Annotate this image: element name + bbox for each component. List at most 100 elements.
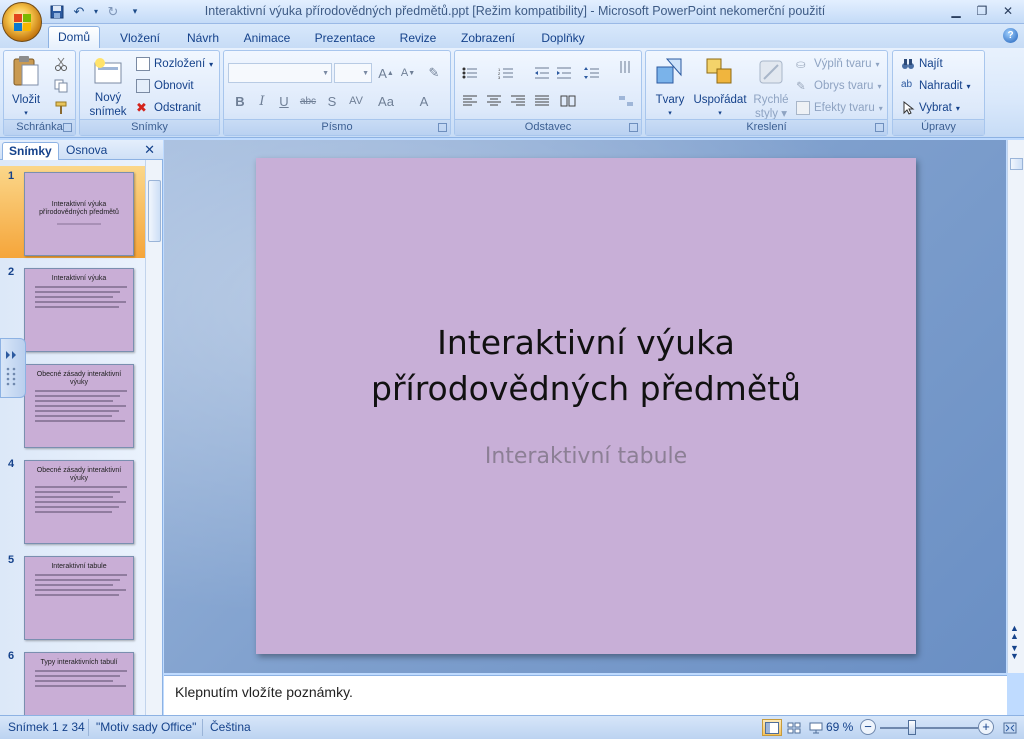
slide-thumbnail[interactable]: Interaktivní výuka přírodovědných předmě… (24, 172, 134, 256)
save-icon[interactable] (48, 3, 66, 20)
tab-home[interactable]: Domů (48, 26, 100, 49)
help-icon[interactable]: ? (1003, 28, 1018, 43)
tab-review[interactable]: Revize (392, 28, 444, 48)
editor-scrollbar[interactable]: ▲ ▲ ▼ ▼ (1007, 140, 1024, 673)
zoom-slider-track[interactable] (880, 727, 978, 729)
columns-icon[interactable] (557, 91, 579, 111)
layout-button[interactable]: Rozložení ▾ (136, 57, 213, 71)
replace-button[interactable]: ab Nahradit ▾ (901, 79, 970, 93)
slide-thumbnail-row[interactable]: 6 Typy interaktivních tabulí (0, 646, 145, 715)
select-button[interactable]: Vybrat ▾ (901, 100, 960, 115)
group-slides: Nový snímek ▾ Rozložení▾ Obnovit ✖ Odstr… (79, 50, 220, 136)
close-icon[interactable]: ✕ (996, 2, 1020, 20)
zoom-slider-thumb[interactable] (908, 720, 917, 735)
tab-view[interactable]: Zobrazení (452, 28, 524, 48)
align-center-icon[interactable] (483, 91, 505, 111)
tab-slideshow[interactable]: Prezentace (308, 28, 382, 48)
office-button[interactable] (2, 2, 42, 42)
underline-icon[interactable]: U (274, 91, 294, 111)
arrange-button[interactable]: Uspořádat ▾ (692, 57, 748, 121)
align-right-icon[interactable] (507, 91, 529, 111)
tab-slides-panel[interactable]: Snímky (2, 142, 59, 160)
slide-thumbnail[interactable]: Interaktivní tabule (24, 556, 134, 640)
zoom-level[interactable]: 69 % (826, 720, 853, 734)
shape-outline-button[interactable]: ✎ Obrys tvaru ▾ (796, 79, 881, 93)
slide-thumbnail-row[interactable]: 1 Interaktivní výuka přírodovědných předm… (0, 166, 145, 258)
fit-to-window-icon[interactable] (1000, 719, 1020, 736)
language-indicator[interactable]: Čeština (210, 720, 251, 734)
customize-qat-icon[interactable]: ▾ (126, 3, 144, 20)
delete-slide-button[interactable]: ✖ Odstranit (136, 101, 201, 115)
text-direction-icon[interactable] (615, 57, 637, 77)
bullets-icon[interactable] (459, 63, 481, 83)
restore-icon[interactable]: ❐ (970, 2, 994, 20)
slide-sorter-icon[interactable] (784, 719, 804, 736)
tab-insert[interactable]: Vložení (110, 28, 170, 48)
panel-scrollbar-thumb[interactable] (148, 180, 161, 242)
editor-scrollbar-thumb[interactable] (1010, 158, 1023, 170)
align-left-icon[interactable] (459, 91, 481, 111)
quick-styles-button[interactable]: Rychlé styly ▾ (750, 57, 792, 121)
paste-button[interactable]: Vložit ▾ (8, 55, 44, 121)
zoom-out-icon[interactable]: − (860, 719, 876, 735)
increase-indent-icon[interactable] (553, 63, 575, 83)
copy-icon[interactable] (54, 79, 68, 93)
redo-icon[interactable]: ↻ (104, 3, 122, 20)
italic-icon[interactable]: I (252, 91, 272, 111)
slide-title[interactable]: Interaktivní výuka přírodovědných předmě… (296, 320, 876, 412)
drawing-dialog-launcher-icon[interactable] (875, 123, 884, 132)
shape-effects-button[interactable]: Efekty tvaru ▾ (796, 101, 883, 115)
tab-outline-panel[interactable]: Osnova (60, 142, 113, 160)
theme-name[interactable]: "Motiv sady Office" (96, 720, 196, 734)
tab-addins[interactable]: Doplňky (532, 28, 594, 48)
format-painter-icon[interactable] (54, 101, 68, 115)
character-spacing-icon[interactable]: AV (346, 91, 366, 111)
smartart-icon[interactable] (615, 91, 637, 111)
slide-thumbnail-row[interactable]: 4 Obecné zásady interaktivní výuky (0, 454, 145, 546)
shadow-icon[interactable]: S (322, 91, 342, 111)
line-spacing-icon[interactable] (581, 63, 603, 83)
clear-formatting-icon[interactable]: ✎ (424, 63, 444, 83)
panel-scrollbar[interactable] (145, 160, 162, 715)
find-button[interactable]: Najít (901, 57, 943, 71)
minimize-icon[interactable]: ▁ (944, 2, 968, 20)
shrink-font-icon[interactable]: A ▼ (398, 63, 418, 83)
close-icon[interactable]: ✕ (144, 142, 155, 158)
font-name-combo[interactable]: ▼ (228, 63, 332, 83)
previous-slide-icon[interactable]: ▲ ▲ (1010, 624, 1019, 641)
slide-subtitle[interactable]: Interaktivní tabule (296, 444, 876, 469)
slide-thumbnail[interactable]: Obecné zásady interaktivní výuky (24, 364, 134, 448)
normal-view-icon[interactable] (762, 719, 782, 736)
slide-thumbnail-text-line (57, 223, 101, 225)
shapes-button[interactable]: Tvary ▾ (650, 57, 690, 121)
undo-icon[interactable]: ↶ (70, 3, 88, 20)
change-case-icon[interactable]: Aa (376, 91, 396, 111)
font-size-combo[interactable]: ▼ (334, 63, 372, 83)
cut-icon[interactable] (54, 57, 68, 71)
notes-pane[interactable]: Klepnutím vložíte poznámky. (164, 675, 1007, 715)
current-slide[interactable]: Interaktivní výuka přírodovědných předmě… (256, 158, 916, 654)
next-slide-icon[interactable]: ▼ ▼ (1010, 644, 1019, 661)
font-dialog-launcher-icon[interactable] (438, 123, 447, 132)
paragraph-dialog-launcher-icon[interactable] (629, 123, 638, 132)
slide-thumbnail-row[interactable]: 5 Interaktivní tabule (0, 550, 145, 642)
tab-design[interactable]: Návrh (178, 28, 228, 48)
slide-thumbnail[interactable]: Obecné zásady interaktivní výuky (24, 460, 134, 544)
dialog-launcher-icon[interactable] (63, 123, 72, 132)
numbering-icon[interactable]: 123 (495, 63, 517, 83)
tab-animations[interactable]: Animace (236, 28, 298, 48)
grow-font-icon[interactable]: A ▲ (376, 63, 396, 83)
slide-thumbnail[interactable]: Typy interaktivních tabulí (24, 652, 134, 715)
font-color-icon[interactable]: A (414, 91, 434, 111)
decrease-indent-icon[interactable] (531, 63, 553, 83)
bold-icon[interactable]: B (230, 91, 250, 111)
justify-icon[interactable] (531, 91, 553, 111)
strikethrough-icon[interactable]: abc (298, 91, 318, 111)
undo-dropdown-icon[interactable]: ▾ (92, 3, 100, 20)
reset-button[interactable]: Obnovit (136, 79, 194, 93)
shape-fill-button[interactable]: ⛀ Výplň tvaru ▾ (796, 57, 880, 71)
slide-thumbnail[interactable]: Interaktivní výuka (24, 268, 134, 352)
zoom-in-icon[interactable]: + (978, 719, 994, 735)
slideshow-icon[interactable] (806, 719, 826, 736)
panel-splitter-handle[interactable] (0, 338, 26, 398)
